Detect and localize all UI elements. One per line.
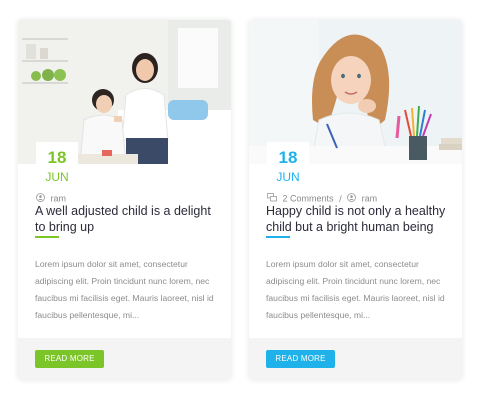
read-more-button[interactable]: READ MORE xyxy=(266,350,335,368)
read-more-button[interactable]: READ MORE xyxy=(35,350,104,368)
blog-card: 18 JUN ram A well adjusted child is a de… xyxy=(18,20,231,380)
date-month: JUN xyxy=(45,170,69,184)
post-title[interactable]: A well adjusted child is a delight to br… xyxy=(35,203,221,235)
post-excerpt: Lorem ipsum dolor sit amet, consectetur … xyxy=(266,259,445,320)
date-badge: 18 JUN xyxy=(36,142,78,196)
title-underline xyxy=(266,236,290,238)
title-underline xyxy=(35,236,59,238)
date-day: 18 xyxy=(278,148,298,167)
blog-posts-section: 18 JUN ram A well adjusted child is a de… xyxy=(0,0,480,400)
card-footer: READ MORE xyxy=(18,338,231,380)
date-day: 18 xyxy=(47,148,67,167)
date-month: JUN xyxy=(276,170,300,184)
post-excerpt: Lorem ipsum dolor sit amet, consectetur … xyxy=(35,259,214,320)
blog-card: 18 JUN 2 Comments / ram Happy child is n… xyxy=(249,20,462,380)
card-footer: READ MORE xyxy=(249,338,462,380)
date-badge: 18 JUN xyxy=(267,142,309,196)
post-title[interactable]: Happy child is not only a healthy child … xyxy=(266,203,452,235)
